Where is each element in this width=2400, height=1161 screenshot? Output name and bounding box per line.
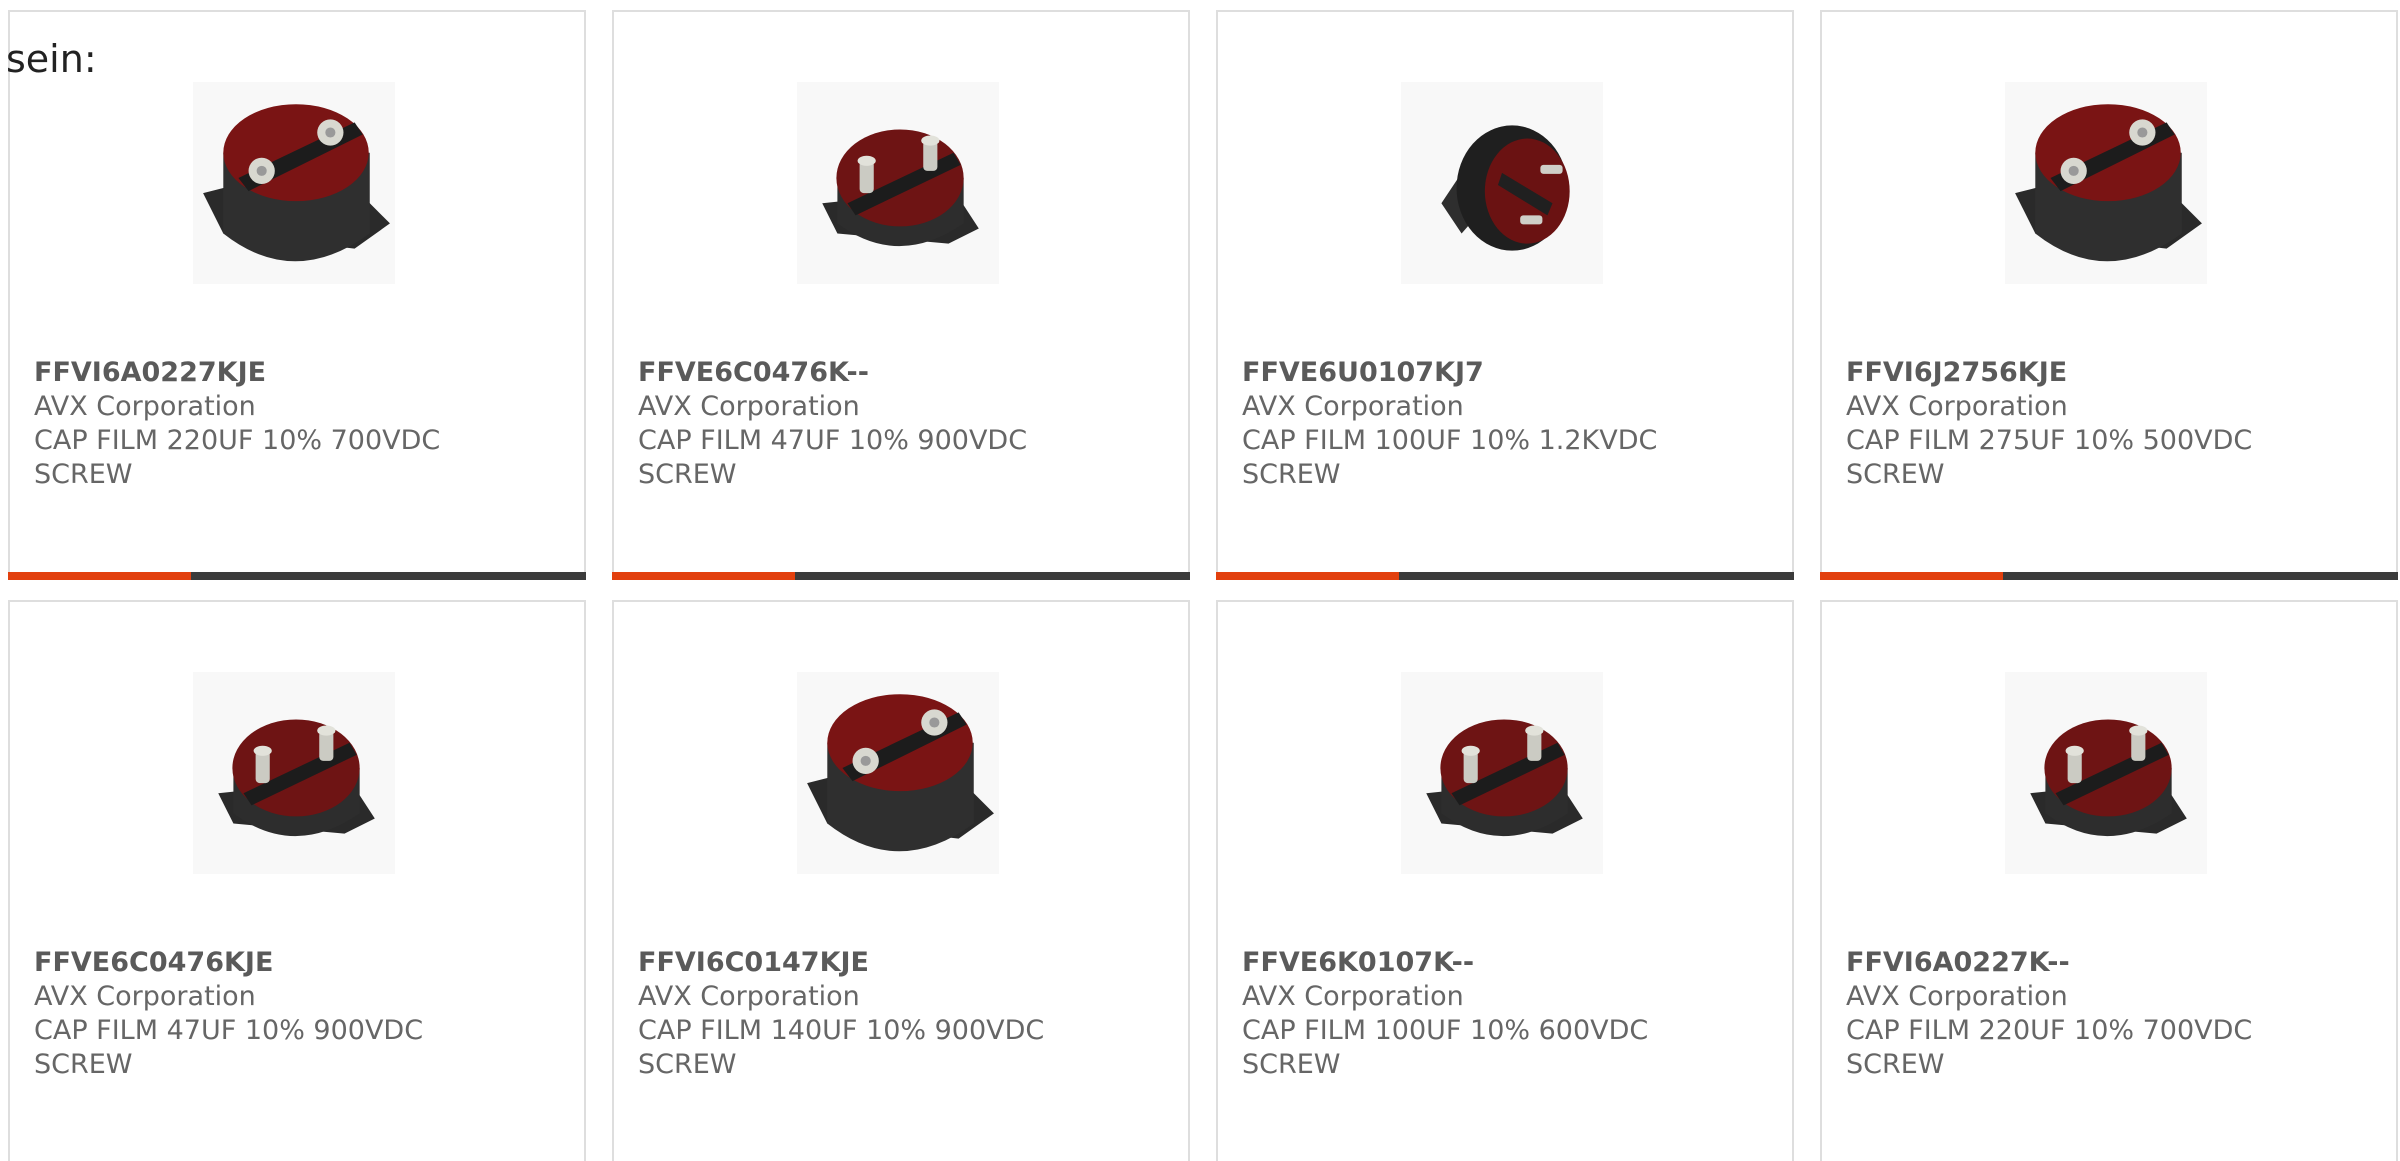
capacitor-small-icon — [2030, 719, 2187, 837]
product-description: CAP FILM 220UF 10% 700VDC — [1846, 1015, 2253, 1046]
product-manufacturer: AVX Corporation — [1242, 981, 1464, 1012]
product-part-number[interactable]: FFVI6J2756KJE — [1846, 356, 2386, 390]
product-mount-type: SCREW — [1846, 1049, 1945, 1080]
capacitor-large-top-icon — [203, 104, 390, 262]
product-mount-type: SCREW — [1242, 459, 1341, 490]
product-image[interactable] — [2005, 672, 2207, 874]
capacitor-small-icon — [1426, 719, 1583, 837]
product-mount-type: SCREW — [638, 1049, 737, 1080]
product-description: CAP FILM 47UF 10% 900VDC — [34, 1015, 424, 1046]
capacitor-large-top-icon — [2015, 104, 2202, 262]
product-card[interactable]: FFVE6C0476KJE AVX Corporation CAP FILM 4… — [8, 600, 586, 1161]
product-description: CAP FILM 100UF 10% 1.2KVDC — [1242, 425, 1658, 456]
product-image[interactable] — [193, 82, 395, 284]
product-info: FFVE6K0107K-- AVX Corporation CAP FILM 1… — [1242, 946, 1782, 1082]
card-bottom-bar — [612, 572, 1190, 580]
product-image[interactable] — [1401, 82, 1603, 284]
product-card[interactable]: FFVE6C0476K-- AVX Corporation CAP FILM 4… — [612, 10, 1190, 580]
intro-text: sein: — [6, 37, 97, 81]
product-mount-type: SCREW — [34, 1049, 133, 1080]
product-part-number[interactable]: FFVE6C0476KJE — [34, 946, 574, 980]
product-part-number[interactable]: FFVI6A0227K-- — [1846, 946, 2386, 980]
product-info: FFVI6A0227KJE AVX Corporation CAP FILM 2… — [34, 356, 574, 492]
product-manufacturer: AVX Corporation — [1846, 981, 2068, 1012]
capacitor-side-icon — [1441, 125, 1570, 251]
product-info: FFVI6C0147KJE AVX Corporation CAP FILM 1… — [638, 946, 1178, 1082]
card-bottom-bar — [1216, 572, 1794, 580]
product-results-page: sein: FFVI6A0227KJE AVX Corporation CAP … — [0, 0, 2400, 1161]
product-part-number[interactable]: FFVI6A0227KJE — [34, 356, 574, 390]
product-info: FFVI6A0227K-- AVX Corporation CAP FILM 2… — [1846, 946, 2386, 1082]
product-image[interactable] — [2005, 82, 2207, 284]
product-image[interactable] — [797, 82, 999, 284]
product-manufacturer: AVX Corporation — [1846, 391, 2068, 422]
card-accent-bar — [612, 572, 795, 580]
product-card[interactable]: FFVE6U0107KJ7 AVX Corporation CAP FILM 1… — [1216, 10, 1794, 580]
product-mount-type: SCREW — [34, 459, 133, 490]
product-part-number[interactable]: FFVE6C0476K-- — [638, 356, 1178, 390]
product-info: FFVE6C0476K-- AVX Corporation CAP FILM 4… — [638, 356, 1178, 492]
product-image[interactable] — [797, 672, 999, 874]
capacitor-small-icon — [218, 719, 375, 837]
product-description: CAP FILM 47UF 10% 900VDC — [638, 425, 1028, 456]
product-info: FFVE6U0107KJ7 AVX Corporation CAP FILM 1… — [1242, 356, 1782, 492]
product-image[interactable] — [193, 672, 395, 874]
product-card[interactable]: FFVI6C0147KJE AVX Corporation CAP FILM 1… — [612, 600, 1190, 1161]
card-bottom-bar — [1820, 572, 2398, 580]
card-accent-bar — [1216, 572, 1399, 580]
product-description: CAP FILM 100UF 10% 600VDC — [1242, 1015, 1649, 1046]
product-card[interactable]: FFVI6A0227KJE AVX Corporation CAP FILM 2… — [8, 10, 586, 580]
product-mount-type: SCREW — [638, 459, 737, 490]
product-manufacturer: AVX Corporation — [1242, 391, 1464, 422]
card-bottom-bar — [8, 572, 586, 580]
product-card[interactable]: FFVI6A0227K-- AVX Corporation CAP FILM 2… — [1820, 600, 2398, 1161]
product-description: CAP FILM 275UF 10% 500VDC — [1846, 425, 2253, 456]
product-info: FFVE6C0476KJE AVX Corporation CAP FILM 4… — [34, 946, 574, 1082]
product-description: CAP FILM 220UF 10% 700VDC — [34, 425, 441, 456]
product-card[interactable]: FFVI6J2756KJE AVX Corporation CAP FILM 2… — [1820, 10, 2398, 580]
product-image[interactable] — [1401, 672, 1603, 874]
capacitor-small-icon — [822, 129, 979, 247]
product-manufacturer: AVX Corporation — [638, 981, 860, 1012]
product-part-number[interactable]: FFVE6U0107KJ7 — [1242, 356, 1782, 390]
product-info: FFVI6J2756KJE AVX Corporation CAP FILM 2… — [1846, 356, 2386, 492]
product-manufacturer: AVX Corporation — [34, 981, 256, 1012]
product-part-number[interactable]: FFVI6C0147KJE — [638, 946, 1178, 980]
product-mount-type: SCREW — [1242, 1049, 1341, 1080]
product-manufacturer: AVX Corporation — [638, 391, 860, 422]
product-manufacturer: AVX Corporation — [34, 391, 256, 422]
product-part-number[interactable]: FFVE6K0107K-- — [1242, 946, 1782, 980]
card-accent-bar — [8, 572, 191, 580]
product-mount-type: SCREW — [1846, 459, 1945, 490]
product-description: CAP FILM 140UF 10% 900VDC — [638, 1015, 1045, 1046]
product-card[interactable]: FFVE6K0107K-- AVX Corporation CAP FILM 1… — [1216, 600, 1794, 1161]
capacitor-large-top-icon — [807, 694, 994, 852]
card-accent-bar — [1820, 572, 2003, 580]
